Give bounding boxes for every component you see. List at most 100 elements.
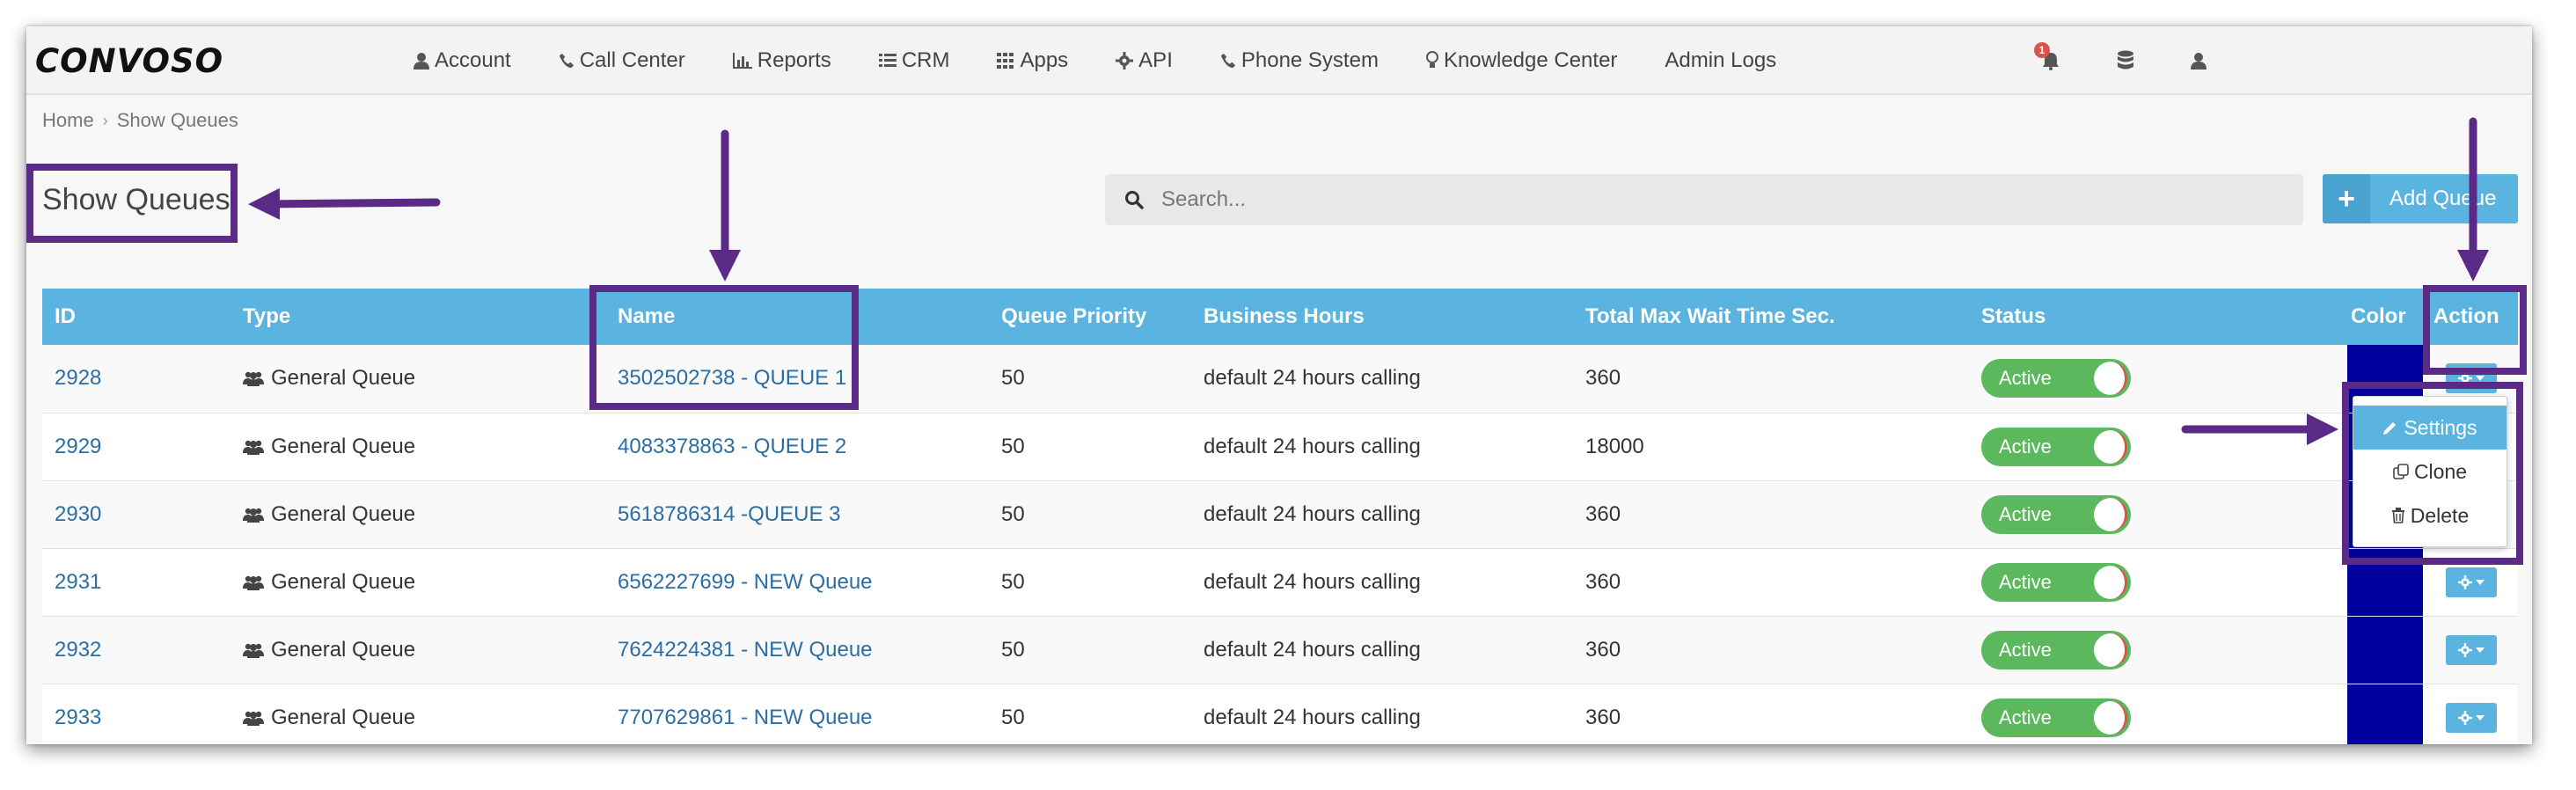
- nav-admin-logs-label: Admin Logs: [1665, 48, 1777, 72]
- menu-item-clone[interactable]: Clone: [2353, 450, 2506, 494]
- status-toggle[interactable]: Active: [1981, 630, 2131, 669]
- col-header-priority[interactable]: Queue Priority: [989, 289, 1191, 345]
- notifications-button[interactable]: 1: [2034, 42, 2060, 70]
- nav-phone-system-label: Phone System: [1240, 48, 1379, 72]
- trash-icon: [2391, 508, 2404, 523]
- status-toggle[interactable]: Active: [1981, 562, 2131, 602]
- col-header-status[interactable]: Status: [1969, 289, 2347, 345]
- nav-api[interactable]: API: [1116, 48, 1173, 73]
- status-toggle[interactable]: Active: [1981, 427, 2131, 466]
- search-input[interactable]: [1161, 187, 2261, 212]
- toggle-knob: [2094, 565, 2127, 599]
- search-bar: [1105, 174, 2303, 225]
- cell-business-hours: default 24 hours calling: [1204, 501, 1421, 526]
- action-menu-button[interactable]: [2446, 702, 2497, 733]
- profile-button[interactable]: [2191, 52, 2206, 69]
- cell-action: [2423, 548, 2518, 616]
- cell-type: General Queue: [231, 548, 605, 616]
- nav-admin-logs[interactable]: Admin Logs: [1665, 48, 1776, 73]
- cell-status: Active: [1969, 616, 2347, 684]
- grid-icon: [997, 53, 1014, 69]
- database-icon: [2118, 50, 2133, 69]
- col-header-action: Action: [2433, 304, 2499, 328]
- nav-apps[interactable]: Apps: [997, 48, 1068, 73]
- nav-account[interactable]: Account: [413, 48, 511, 73]
- cell-status: Active: [1969, 480, 2347, 548]
- cell-priority: 50: [1001, 637, 1025, 662]
- pencil-icon: [2383, 422, 2397, 435]
- action-menu-button[interactable]: [2446, 634, 2497, 665]
- queue-name-link[interactable]: 7624224381 - NEW Queue: [618, 638, 873, 662]
- cell-max-wait: 360: [1585, 705, 1621, 729]
- col-header-color[interactable]: Color: [2347, 289, 2423, 345]
- queue-id-link[interactable]: 2929: [55, 435, 101, 458]
- database-button[interactable]: [2117, 50, 2134, 71]
- arrow-to-title: [248, 187, 441, 220]
- action-dropdown-menu: Settings Clone Delete: [2353, 396, 2507, 547]
- col-header-business-hours[interactable]: Business Hours: [1191, 289, 1573, 345]
- cell-name: 5618786314 -QUEUE 3: [605, 480, 989, 548]
- queue-id-link[interactable]: 2932: [55, 638, 101, 662]
- page-title: Show Queues: [42, 183, 231, 216]
- queue-type: General Queue: [271, 569, 416, 594]
- queue-name-link[interactable]: 5618786314 -QUEUE 3: [618, 502, 841, 526]
- col-header-max-wait[interactable]: Total Max Wait Time Sec.: [1573, 289, 1969, 345]
- action-menu-button[interactable]: [2446, 363, 2497, 394]
- queue-name-link[interactable]: 6562227699 - NEW Queue: [618, 570, 873, 594]
- cell-id: 2930: [42, 480, 231, 548]
- menu-item-delete[interactable]: Delete: [2353, 494, 2506, 538]
- action-menu-button[interactable]: [2446, 567, 2497, 597]
- add-queue-button[interactable]: + Add Queue: [2323, 174, 2518, 223]
- cell-action: [2423, 684, 2518, 744]
- user-icon: [2191, 53, 2206, 69]
- cell-type: General Queue: [231, 616, 605, 684]
- cell-max-wait: 360: [1585, 366, 1621, 391]
- table-row: 2933 General Queue 7707629861 - NEW Queue 5…: [42, 684, 2518, 744]
- caret-down-icon: [2476, 647, 2485, 653]
- status-toggle[interactable]: Active: [1981, 494, 2131, 534]
- plus-icon: +: [2323, 174, 2370, 223]
- nav-phone-system[interactable]: Phone System: [1220, 48, 1379, 73]
- phone-icon: [559, 53, 574, 69]
- search-icon: [1125, 191, 1144, 209]
- menu-item-delete-label: Delete: [2410, 503, 2470, 527]
- queue-name-link[interactable]: 7707629861 - NEW Queue: [618, 706, 873, 729]
- nav-crm[interactable]: CRM: [878, 48, 949, 73]
- cell-status: Active: [1969, 413, 2347, 480]
- status-toggle[interactable]: Active: [1981, 698, 2131, 737]
- breadcrumb-home[interactable]: Home: [42, 109, 94, 132]
- queue-type: General Queue: [271, 501, 416, 526]
- cell-color-swatch: [2347, 616, 2423, 684]
- queue-id-link[interactable]: 2930: [55, 502, 101, 526]
- queue-id-link[interactable]: 2933: [55, 706, 101, 729]
- nav-knowledge-center[interactable]: Knowledge Center: [1425, 48, 1617, 73]
- status-toggle[interactable]: Active: [1981, 359, 2131, 399]
- cell-priority: 50: [1001, 434, 1025, 458]
- caret-down-icon: [2476, 376, 2485, 382]
- app-window: CONVOSO Account Call Center Reports CRM …: [26, 26, 2532, 744]
- nav-call-center[interactable]: Call Center: [559, 48, 685, 73]
- col-header-type[interactable]: Type: [231, 289, 605, 345]
- toggle-knob: [2094, 700, 2127, 735]
- toggle-knob: [2094, 497, 2127, 531]
- nav-apps-label: Apps: [1020, 48, 1069, 72]
- status-label: Active: [1999, 570, 2052, 593]
- table-row: 2929 General Queue 4083378863 - QUEUE 2 50 d…: [42, 413, 2518, 480]
- breadcrumb-current: Show Queues: [116, 109, 238, 131]
- col-header-id[interactable]: ID: [42, 289, 231, 345]
- nav-reports[interactable]: Reports: [732, 48, 831, 73]
- cell-id: 2931: [42, 548, 231, 616]
- status-label: Active: [1999, 706, 2052, 728]
- convoso-logo[interactable]: CONVOSO: [35, 42, 223, 80]
- cell-business-hours: default 24 hours calling: [1204, 434, 1421, 458]
- queue-name-link[interactable]: 3502502738 - QUEUE 1: [618, 366, 846, 390]
- queue-name-link[interactable]: 4083378863 - QUEUE 2: [618, 435, 846, 458]
- queue-id-link[interactable]: 2931: [55, 570, 101, 594]
- queue-id-link[interactable]: 2928: [55, 366, 101, 390]
- status-label: Active: [1999, 435, 2052, 457]
- col-header-name[interactable]: Name: [605, 289, 989, 345]
- menu-item-settings[interactable]: Settings: [2353, 406, 2506, 450]
- top-navbar: CONVOSO Account Call Center Reports CRM …: [26, 26, 2532, 95]
- queue-type: General Queue: [271, 434, 416, 458]
- cell-priority: 50: [1001, 501, 1025, 526]
